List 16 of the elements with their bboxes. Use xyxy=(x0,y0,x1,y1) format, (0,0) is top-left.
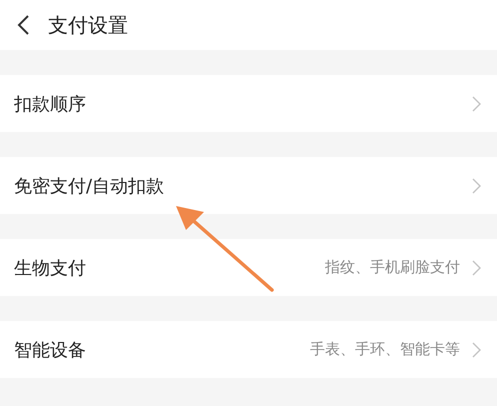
back-icon[interactable] xyxy=(16,14,30,36)
row-value: 指纹、手机刷脸支付 xyxy=(325,258,460,277)
chevron-icon xyxy=(472,260,481,276)
settings-row[interactable]: 智能设备 手表、手环、智能卡等 xyxy=(0,321,497,378)
chevron-icon xyxy=(472,96,481,112)
page-title: 支付设置 xyxy=(48,12,128,38)
settings-row[interactable]: 生物支付 指纹、手机刷脸支付 xyxy=(0,239,497,296)
row-label: 智能设备 xyxy=(14,338,86,362)
chevron-icon xyxy=(472,178,481,194)
chevron-icon xyxy=(472,342,481,358)
settings-row[interactable]: 扣款顺序 xyxy=(0,75,497,132)
settings-row[interactable]: 免密支付/自动扣款 xyxy=(0,157,497,214)
row-value: 手表、手环、智能卡等 xyxy=(310,340,460,359)
row-label: 扣款顺序 xyxy=(14,92,86,116)
row-label: 免密支付/自动扣款 xyxy=(14,174,164,198)
row-label: 生物支付 xyxy=(14,256,86,280)
